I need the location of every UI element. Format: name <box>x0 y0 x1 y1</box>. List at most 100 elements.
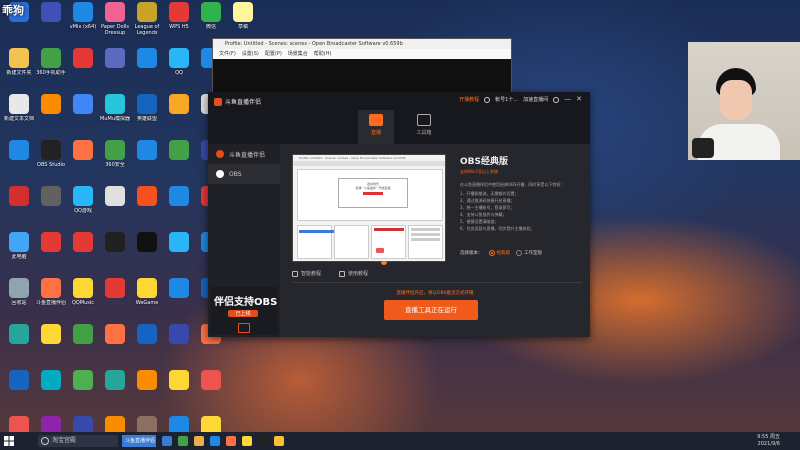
taskbar-app-icon[interactable] <box>210 436 220 446</box>
tab-live[interactable]: 直播 <box>358 110 394 144</box>
app-icon <box>105 232 125 252</box>
desktop-shortcut[interactable]: 斗鱼直播伴侣 <box>34 276 68 320</box>
desktop-shortcut[interactable]: Paper Dolls Dressup <box>98 0 132 44</box>
desktop-shortcut[interactable] <box>66 230 100 274</box>
desktop-shortcut[interactable] <box>2 368 36 412</box>
obs-menu-scenes[interactable]: 场景集合 <box>288 49 308 59</box>
taskbar-app-icon[interactable] <box>226 436 236 446</box>
app-icon <box>73 140 93 160</box>
obs-menu-profile[interactable]: 配置(P) <box>265 49 282 59</box>
desktop-shortcut[interactable] <box>130 230 164 274</box>
desktop-shortcut[interactable] <box>162 276 196 320</box>
desktop-shortcut-label <box>1 346 37 358</box>
desktop-shortcut[interactable] <box>34 368 68 412</box>
desktop-shortcut[interactable]: OBS Studio <box>34 138 68 182</box>
obs-menu-settings[interactable]: 设置(S) <box>242 49 259 59</box>
desktop-shortcut[interactable]: 此电脑 <box>2 230 36 274</box>
desktop-shortcut[interactable]: WeGame <box>130 276 164 320</box>
account-link[interactable]: 帐号1十... <box>495 96 518 103</box>
start-button[interactable] <box>0 432 18 450</box>
desktop-shortcut[interactable] <box>162 368 196 412</box>
desktop-shortcut[interactable] <box>34 322 68 366</box>
desktop-shortcut[interactable]: 回收站 <box>2 276 36 320</box>
desktop-shortcut[interactable] <box>34 184 68 228</box>
minimize-icon[interactable]: — <box>564 96 571 103</box>
desktop-shortcut[interactable] <box>162 322 196 366</box>
usage-tutorial-label: 使用教程 <box>348 271 369 277</box>
app-icon <box>41 370 61 390</box>
desktop-shortcut[interactable] <box>34 0 68 44</box>
desktop-shortcut[interactable] <box>34 92 68 136</box>
room-link[interactable]: 加速直播间 <box>523 96 548 103</box>
desktop-shortcut[interactable]: 360手机助手 <box>34 46 68 90</box>
desktop-shortcut[interactable] <box>66 368 100 412</box>
desktop-shortcut[interactable] <box>66 322 100 366</box>
desktop-shortcut[interactable] <box>98 368 132 412</box>
desktop-shortcut[interactable] <box>98 46 132 90</box>
usage-tutorial-link[interactable]: 使用教程 <box>339 270 368 277</box>
desktop-shortcut[interactable] <box>34 230 68 274</box>
desktop-shortcut[interactable]: 360安全 <box>98 138 132 182</box>
close-icon[interactable]: ✕ <box>576 96 582 103</box>
desktop-shortcut[interactable] <box>162 92 196 136</box>
obs-menu-file[interactable]: 文件(F) <box>219 49 236 59</box>
version-studio-radio[interactable]: 工作室版 <box>516 250 542 256</box>
taskbar-search[interactable]: 淘宝宫殿 <box>38 435 118 447</box>
app-icon <box>201 2 221 22</box>
desktop-shortcut[interactable] <box>98 184 132 228</box>
desktop-shortcut[interactable] <box>130 368 164 412</box>
avatar-icon[interactable] <box>484 96 491 103</box>
desktop-column: Paper Dolls Dressup MuMu模拟器 360安全 <box>98 0 132 450</box>
feature-item: 5、便捷设置清晰度； <box>460 219 499 224</box>
desktop-shortcut[interactable] <box>98 322 132 366</box>
taskbar-app-icon[interactable] <box>242 436 252 446</box>
desktop-shortcut[interactable]: 新建文本文档 <box>2 92 36 136</box>
desktop-shortcut[interactable] <box>66 92 100 136</box>
desktop-shortcut[interactable] <box>66 138 100 182</box>
desktop-shortcut[interactable]: QQ游戏 <box>66 184 100 228</box>
desktop-shortcut[interactable] <box>130 322 164 366</box>
app-icon <box>137 94 157 114</box>
desktop-shortcut[interactable] <box>130 46 164 90</box>
desktop-shortcut[interactable]: WPS H5 <box>162 0 196 44</box>
desktop-shortcut[interactable] <box>2 184 36 228</box>
taskbar-app-icon[interactable] <box>162 436 172 446</box>
desktop-shortcut[interactable] <box>2 138 36 182</box>
taskbar-app-icon[interactable] <box>178 436 188 446</box>
desktop-shortcut[interactable]: 英雄联盟 <box>130 92 164 136</box>
smart-tutorial-link[interactable]: 智能教程 <box>292 270 321 277</box>
desktop-shortcut[interactable]: MuMu模拟器 <box>98 92 132 136</box>
version-classic-radio[interactable]: 经典版 <box>488 250 510 256</box>
tab-toolbox[interactable]: 工具箱 <box>406 110 442 144</box>
desktop-shortcut[interactable] <box>98 276 132 320</box>
taskbar-app-icon[interactable] <box>194 436 204 446</box>
desktop-shortcut[interactable] <box>130 138 164 182</box>
tutorial-link[interactable]: 开播教程 <box>459 96 479 103</box>
desktop-shortcut[interactable] <box>162 184 196 228</box>
desktop-shortcut[interactable]: 新建文件夹 <box>2 46 36 90</box>
desktop-shortcut[interactable] <box>194 368 228 412</box>
taskbar-app-icon[interactable] <box>258 436 268 446</box>
desktop-shortcut[interactable]: QQ <box>162 46 196 90</box>
app-icon <box>41 186 61 206</box>
desktop-shortcut[interactable] <box>66 46 100 90</box>
settings-icon[interactable] <box>553 96 560 103</box>
desktop-shortcut[interactable]: vMix (x64) <box>66 0 100 44</box>
desktop-shortcut-label <box>33 208 69 220</box>
obs-menu-help[interactable]: 帮助(H) <box>314 49 332 59</box>
desktop-shortcut[interactable]: League of Legends <box>130 0 164 44</box>
taskbar-pinned-app[interactable]: 斗鱼直播伴侣 <box>122 435 156 447</box>
taskbar-app-icon[interactable] <box>274 436 284 446</box>
sidebar-item-obs[interactable]: OBS <box>208 164 280 184</box>
desktop-shortcut[interactable] <box>2 322 36 366</box>
sidebar-item-douyu[interactable]: 斗鱼直播伴侣 <box>208 144 280 164</box>
desktop-shortcut[interactable] <box>162 138 196 182</box>
start-tool-button[interactable]: 直播工具正在运行 <box>384 300 478 320</box>
desktop-shortcut[interactable]: QQMusic <box>66 276 100 320</box>
obs-promo-banner[interactable]: 伴侣支持OBS 已上线 <box>210 287 278 335</box>
desktop-shortcut[interactable] <box>162 230 196 274</box>
desktop-shortcut[interactable] <box>130 184 164 228</box>
obs-classic-window[interactable]: Profile: Untitled - Scenes: scenes - Ope… <box>212 38 512 99</box>
taskbar-clock[interactable]: 9:55 周五 2021/9/6 <box>757 434 780 448</box>
desktop-shortcut[interactable] <box>98 230 132 274</box>
